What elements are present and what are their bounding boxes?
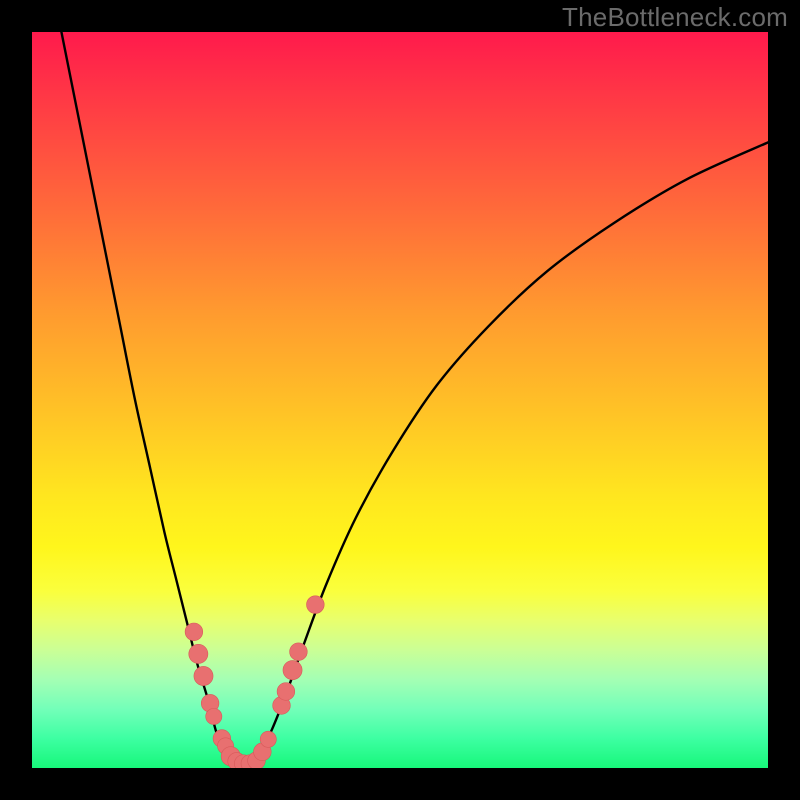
data-marker: [290, 643, 308, 661]
data-marker: [283, 661, 302, 680]
data-marker: [189, 644, 208, 663]
right-curve: [253, 142, 768, 764]
data-marker: [206, 708, 222, 724]
data-marker: [194, 666, 213, 685]
watermark-text: TheBottleneck.com: [562, 2, 788, 33]
left-curve: [61, 32, 234, 764]
chart-svg: [32, 32, 768, 768]
data-marker: [307, 596, 325, 614]
chart-frame: TheBottleneck.com: [0, 0, 800, 800]
data-marker: [260, 731, 276, 747]
data-marker: [185, 623, 203, 641]
data-marker: [277, 683, 295, 701]
data-markers: [185, 596, 324, 768]
plot-area: [32, 32, 768, 768]
